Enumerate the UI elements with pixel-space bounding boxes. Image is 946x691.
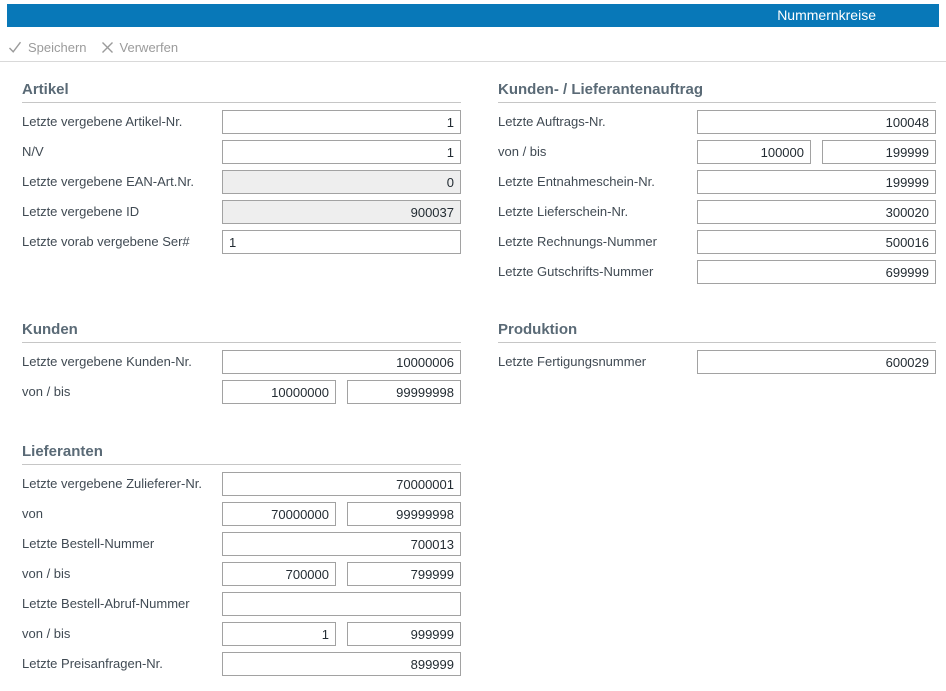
- section-produktion: Produktion Letzte Fertigungsnummer: [498, 322, 936, 380]
- letzte-vergebene-kunden-nr-input[interactable]: [222, 350, 461, 374]
- section-artikel-title: Artikel: [22, 82, 461, 103]
- section-kunden-lieferantenauftrag-title: Kunden- / Lieferantenauftrag: [498, 82, 936, 103]
- field-label: Letzte Fertigungsnummer: [498, 350, 697, 374]
- section-lieferanten: Lieferanten Letzte vergebene Zulieferer-…: [22, 444, 461, 682]
- letzte-lieferschein-nr-input[interactable]: [697, 200, 936, 224]
- field-label: Letzte vergebene EAN-Art.Nr.: [22, 170, 222, 194]
- kunden-bis-input[interactable]: [347, 380, 461, 404]
- field-label: von / bis: [498, 140, 697, 164]
- field-row: von / bis: [498, 140, 936, 164]
- field-label: Letzte Lieferschein-Nr.: [498, 200, 697, 224]
- field-label: Letzte vergebene Artikel-Nr.: [22, 110, 222, 134]
- field-label: von / bis: [22, 380, 222, 404]
- section-kunden-lieferantenauftrag: Kunden- / Lieferantenauftrag Letzte Auft…: [498, 82, 936, 290]
- letzte-vergebene-ean-art-nr-input: [222, 170, 461, 194]
- field-row: Letzte Rechnungs-Nummer: [498, 230, 936, 254]
- letzte-rechnungs-nummer-input[interactable]: [697, 230, 936, 254]
- field-row: Letzte vorab vergebene Ser#: [22, 230, 461, 254]
- auftrag-bis-input[interactable]: [822, 140, 936, 164]
- save-button[interactable]: Speichern: [8, 40, 87, 55]
- titlebar: Nummernkreise: [7, 4, 939, 27]
- page-content: Artikel Letzte vergebene Artikel-Nr. N/V…: [0, 62, 946, 686]
- field-row: Letzte Bestell-Nummer: [22, 532, 461, 556]
- field-row: Letzte Entnahmeschein-Nr.: [498, 170, 936, 194]
- letzte-vergebene-zulieferer-nr-input[interactable]: [222, 472, 461, 496]
- page-title: Nummernkreise: [777, 4, 876, 27]
- left-column: Artikel Letzte vergebene Artikel-Nr. N/V…: [22, 62, 461, 682]
- letzte-bestell-abruf-nummer-input[interactable]: [222, 592, 461, 616]
- field-row: Letzte Bestell-Abruf-Nummer: [22, 592, 461, 616]
- field-row: Letzte vergebene Kunden-Nr.: [22, 350, 461, 374]
- save-button-label: Speichern: [28, 40, 87, 55]
- field-row: Letzte vergebene EAN-Art.Nr.: [22, 170, 461, 194]
- field-label: Letzte vorab vergebene Ser#: [22, 230, 222, 254]
- field-label: N/V: [22, 140, 222, 164]
- field-label: Letzte Auftrags-Nr.: [498, 110, 697, 134]
- letzte-auftrags-nr-input[interactable]: [697, 110, 936, 134]
- letzte-preisanfragen-nr-input[interactable]: [222, 652, 461, 676]
- field-label: von / bis: [22, 562, 222, 586]
- field-row: von: [22, 502, 461, 526]
- field-row: N/V: [22, 140, 461, 164]
- discard-button[interactable]: Verwerfen: [101, 40, 179, 55]
- field-row: von / bis: [22, 380, 461, 404]
- field-row: von / bis: [22, 622, 461, 646]
- section-kunden: Kunden Letzte vergebene Kunden-Nr. von /…: [22, 322, 461, 410]
- field-row: Letzte vergebene ID: [22, 200, 461, 224]
- checkmark-icon: [8, 40, 22, 54]
- bestell-abruf-bis-input[interactable]: [347, 622, 461, 646]
- field-label: Letzte Bestell-Nummer: [22, 532, 222, 556]
- field-label: Letzte Entnahmeschein-Nr.: [498, 170, 697, 194]
- zulieferer-bis-input[interactable]: [347, 502, 461, 526]
- field-row: Letzte Auftrags-Nr.: [498, 110, 936, 134]
- n-v-input[interactable]: [222, 140, 461, 164]
- field-label: Letzte vergebene Kunden-Nr.: [22, 350, 222, 374]
- letzte-vorab-vergebene-ser-input[interactable]: [222, 230, 461, 254]
- letzte-vergebene-id-input: [222, 200, 461, 224]
- section-lieferanten-title: Lieferanten: [22, 444, 461, 465]
- bestell-abruf-von-input[interactable]: [222, 622, 336, 646]
- section-produktion-title: Produktion: [498, 322, 936, 343]
- toolbar: Speichern Verwerfen: [8, 35, 946, 59]
- field-label: von: [22, 502, 222, 526]
- field-row: von / bis: [22, 562, 461, 586]
- field-row: Letzte Preisanfragen-Nr.: [22, 652, 461, 676]
- field-label: Letzte Preisanfragen-Nr.: [22, 652, 222, 676]
- field-label: von / bis: [22, 622, 222, 646]
- field-label: Letzte vergebene ID: [22, 200, 222, 224]
- section-artikel: Artikel Letzte vergebene Artikel-Nr. N/V…: [22, 82, 461, 260]
- right-column: Kunden- / Lieferantenauftrag Letzte Auft…: [498, 62, 936, 380]
- section-kunden-title: Kunden: [22, 322, 461, 343]
- x-icon: [101, 41, 114, 54]
- letzte-vergebene-artikel-nr-input[interactable]: [222, 110, 461, 134]
- discard-button-label: Verwerfen: [120, 40, 179, 55]
- bestell-von-input[interactable]: [222, 562, 336, 586]
- field-row: Letzte vergebene Zulieferer-Nr.: [22, 472, 461, 496]
- letzte-fertigungsnummer-input[interactable]: [697, 350, 936, 374]
- kunden-von-input[interactable]: [222, 380, 336, 404]
- field-label: Letzte Gutschrifts-Nummer: [498, 260, 697, 284]
- bestell-bis-input[interactable]: [347, 562, 461, 586]
- field-row: Letzte Fertigungsnummer: [498, 350, 936, 374]
- zulieferer-von-input[interactable]: [222, 502, 336, 526]
- auftrag-von-input[interactable]: [697, 140, 811, 164]
- field-label: Letzte Bestell-Abruf-Nummer: [22, 592, 222, 616]
- field-row: Letzte Lieferschein-Nr.: [498, 200, 936, 224]
- letzte-entnahmeschein-nr-input[interactable]: [697, 170, 936, 194]
- field-row: Letzte vergebene Artikel-Nr.: [22, 110, 461, 134]
- field-label: Letzte Rechnungs-Nummer: [498, 230, 697, 254]
- letzte-gutschrifts-nummer-input[interactable]: [697, 260, 936, 284]
- field-row: Letzte Gutschrifts-Nummer: [498, 260, 936, 284]
- field-label: Letzte vergebene Zulieferer-Nr.: [22, 472, 222, 496]
- letzte-bestell-nummer-input[interactable]: [222, 532, 461, 556]
